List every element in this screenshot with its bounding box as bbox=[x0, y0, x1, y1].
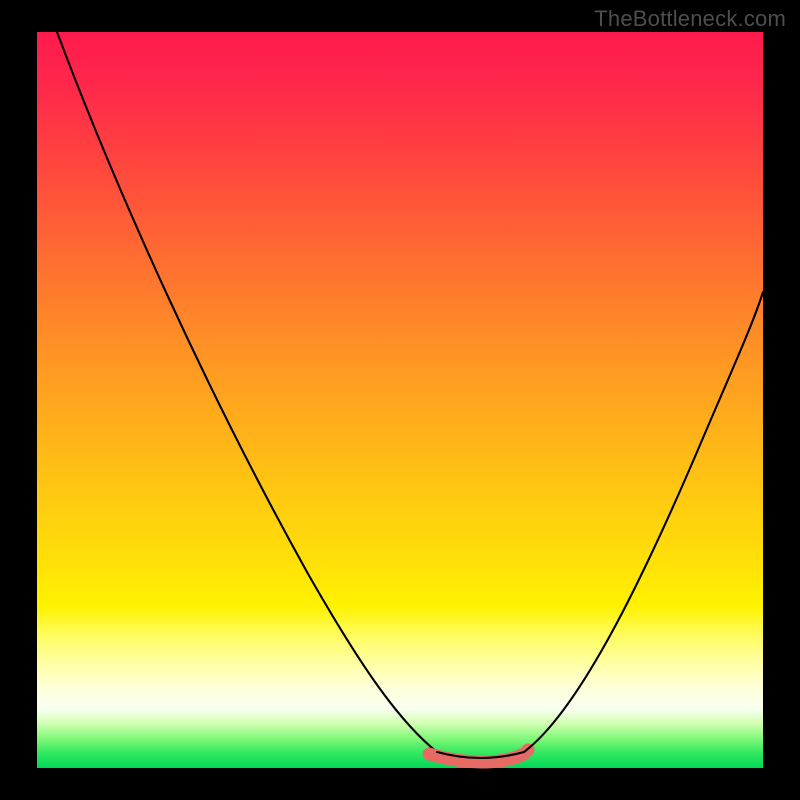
curve-right-branch bbox=[524, 292, 763, 752]
chart-plot-area bbox=[37, 32, 763, 768]
chart-svg bbox=[37, 32, 763, 768]
watermark-text: TheBottleneck.com bbox=[594, 6, 786, 32]
curve-left-branch bbox=[57, 32, 437, 752]
outer-frame: TheBottleneck.com bbox=[0, 0, 800, 800]
